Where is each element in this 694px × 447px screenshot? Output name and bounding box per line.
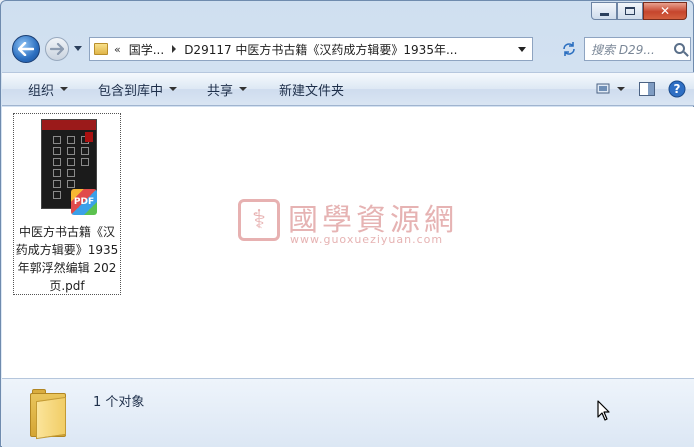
- chevron-down-icon: [74, 46, 82, 51]
- new-folder-label: 新建文件夹: [279, 83, 345, 99]
- close-button[interactable]: ✕: [643, 2, 687, 20]
- address-bar[interactable]: « 国学... D29117 中医方书古籍《汉药成方辑要》1935年...: [89, 37, 533, 61]
- svg-text:?: ?: [674, 82, 681, 96]
- help-button[interactable]: ?: [666, 78, 688, 100]
- organize-button[interactable]: 组织: [18, 77, 78, 101]
- new-folder-button[interactable]: 新建文件夹: [269, 77, 354, 101]
- back-button[interactable]: [12, 35, 40, 63]
- search-placeholder: 搜索 D29...: [591, 42, 655, 57]
- command-bar: 组织 包含到库中 共享 新建文件夹 ?: [2, 72, 694, 106]
- preview-pane-button[interactable]: [636, 78, 658, 100]
- refresh-icon: [563, 42, 575, 56]
- view-icon: [596, 83, 625, 94]
- watermark-logo-icon: ⚕: [238, 199, 280, 241]
- refresh-button[interactable]: [559, 37, 579, 61]
- include-library-label: 包含到库中: [98, 83, 164, 99]
- breadcrumb-segment-root[interactable]: 国学...: [129, 41, 164, 58]
- file-name[interactable]: 中医方书古籍《汉药成方辑要》1935年郭浮然编辑 202页.pdf: [14, 223, 120, 295]
- navigation-bar: « 国学... D29117 中医方书古籍《汉药成方辑要》1935年... 搜索…: [9, 33, 691, 65]
- chevron-down-icon: [239, 87, 248, 91]
- explorer-window: ✕ « 国学... D29117 中医方书古籍《汉药成方辑要》1935年... …: [0, 0, 694, 447]
- watermark-url: www.guoxueziyuan.com: [290, 233, 444, 246]
- back-arrow-icon: [18, 42, 34, 56]
- share-label: 共享: [207, 83, 234, 99]
- breadcrumb-separator-icon[interactable]: [172, 45, 177, 53]
- share-button[interactable]: 共享: [197, 77, 257, 101]
- pdf-icon: PDF: [71, 189, 97, 215]
- forward-arrow-icon: [50, 43, 64, 55]
- change-view-button[interactable]: [594, 78, 628, 100]
- address-overflow[interactable]: «: [114, 43, 121, 56]
- search-icon: [674, 43, 685, 54]
- help-icon: ?: [668, 80, 686, 98]
- chevron-down-icon: [60, 87, 69, 91]
- file-item[interactable]: PDF 中医方书古籍《汉药成方辑要》1935年郭浮然编辑 202页.pdf: [13, 113, 121, 295]
- item-count: 1 个对象: [93, 395, 145, 410]
- watermark: ⚕ 國學資源網 www.guoxueziyuan.com: [234, 193, 494, 253]
- caption-buttons: ✕: [591, 2, 687, 20]
- recent-pages-button[interactable]: [73, 42, 85, 56]
- chevron-down-icon: [169, 87, 178, 91]
- folder-icon: [30, 387, 66, 440]
- maximize-icon: [625, 7, 635, 15]
- search-input[interactable]: 搜索 D29...: [584, 37, 691, 61]
- minimize-icon: [599, 12, 609, 16]
- file-list-area[interactable]: PDF 中医方书古籍《汉药成方辑要》1935年郭浮然编辑 202页.pdf ⚕ …: [2, 107, 694, 378]
- organize-label: 组织: [28, 83, 55, 99]
- minimize-button[interactable]: [591, 2, 617, 20]
- preview-pane-icon: [639, 82, 655, 96]
- forward-button[interactable]: [45, 37, 69, 61]
- maximize-button[interactable]: [617, 2, 643, 20]
- address-dropdown-icon[interactable]: [518, 47, 526, 52]
- include-in-library-button[interactable]: 包含到库中: [88, 77, 187, 101]
- toolbar-right-group: ?: [586, 78, 688, 100]
- folder-icon: [94, 43, 108, 55]
- mouse-cursor-icon: [597, 400, 610, 421]
- breadcrumb-segment-current[interactable]: D29117 中医方书古籍《汉药成方辑要》1935年...: [184, 41, 457, 58]
- close-icon: ✕: [659, 4, 671, 18]
- details-pane: 1 个对象: [2, 378, 694, 447]
